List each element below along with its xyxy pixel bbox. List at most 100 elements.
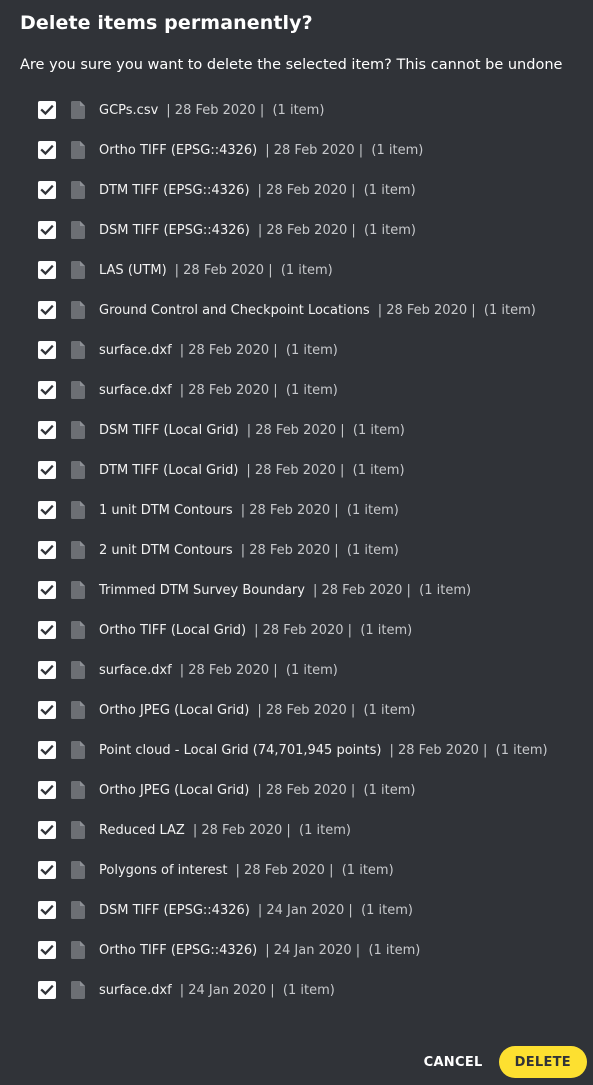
- check-icon: [40, 144, 54, 156]
- check-icon: [40, 304, 54, 316]
- item-name: Ortho TIFF (EPSG::4326): [99, 942, 258, 958]
- item-checkbox[interactable]: [38, 181, 56, 199]
- list-item: GCPs.csv | 28 Feb 2020 | (1 item): [38, 90, 578, 130]
- item-checkbox[interactable]: [38, 501, 56, 519]
- item-checkbox[interactable]: [38, 701, 56, 719]
- item-meta: | 28 Feb 2020 | (1 item): [257, 222, 416, 238]
- item-checkbox[interactable]: [38, 661, 56, 679]
- item-checkbox[interactable]: [38, 781, 56, 799]
- file-icon: [71, 981, 85, 999]
- item-meta: | 28 Feb 2020 | (1 item): [257, 702, 416, 718]
- file-icon: [71, 901, 85, 919]
- check-icon: [40, 824, 54, 836]
- item-name: DSM TIFF (EPSG::4326): [99, 222, 250, 238]
- list-item: DSM TIFF (EPSG::4326) | 28 Feb 2020 | (1 …: [38, 210, 578, 250]
- item-name: 2 unit DTM Contours: [99, 542, 233, 558]
- item-name: Ortho JPEG (Local Grid): [99, 782, 250, 798]
- item-checkbox[interactable]: [38, 461, 56, 479]
- item-meta: | 28 Feb 2020 | (1 item): [240, 502, 399, 518]
- check-icon: [40, 584, 54, 596]
- file-icon: [71, 261, 85, 279]
- file-icon: [71, 741, 85, 759]
- file-icon: [71, 141, 85, 159]
- file-icon: [71, 101, 85, 119]
- item-meta: | 28 Feb 2020 | (1 item): [389, 742, 548, 758]
- list-item: Point cloud - Local Grid (74,701,945 poi…: [38, 730, 578, 770]
- item-meta: | 28 Feb 2020 | (1 item): [312, 582, 472, 598]
- file-icon: [71, 701, 85, 719]
- item-name: Ground Control and Checkpoint Locations: [99, 302, 370, 318]
- delete-button[interactable]: DELETE: [498, 1046, 587, 1078]
- check-icon: [40, 664, 54, 676]
- item-meta: | 28 Feb 2020 | (1 item): [265, 142, 424, 158]
- file-icon: [71, 301, 85, 319]
- list-item: DTM TIFF (EPSG::4326) | 28 Feb 2020 | (1 …: [38, 170, 578, 210]
- item-checkbox[interactable]: [38, 421, 56, 439]
- item-checkbox[interactable]: [38, 741, 56, 759]
- check-icon: [40, 264, 54, 276]
- check-icon: [40, 384, 54, 396]
- item-checkbox[interactable]: [38, 301, 56, 319]
- item-meta: | 28 Feb 2020 | (1 item): [254, 622, 413, 638]
- item-checkbox[interactable]: [38, 541, 56, 559]
- list-item: 2 unit DTM Contours | 28 Feb 2020 | (1 it…: [38, 530, 578, 570]
- list-item: Ortho TIFF (EPSG::4326) | 28 Feb 2020 | (…: [38, 130, 578, 170]
- item-name: Ortho TIFF (Local Grid): [99, 622, 247, 638]
- list-item: surface.dxf | 28 Feb 2020 | (1 item): [38, 650, 578, 690]
- item-checkbox[interactable]: [38, 221, 56, 239]
- item-meta: | 28 Feb 2020 | (1 item): [257, 182, 416, 198]
- item-meta: | 28 Feb 2020 | (1 item): [235, 862, 394, 878]
- check-icon: [40, 784, 54, 796]
- file-icon: [71, 661, 85, 679]
- list-item: Ortho TIFF (Local Grid) | 28 Feb 2020 | (…: [38, 610, 578, 650]
- item-meta: | 28 Feb 2020 | (1 item): [246, 462, 405, 478]
- file-icon: [71, 461, 85, 479]
- item-name: surface.dxf: [99, 382, 172, 398]
- file-icon: [71, 181, 85, 199]
- cancel-button[interactable]: CANCEL: [414, 1047, 493, 1078]
- check-icon: [40, 624, 54, 636]
- list-item: LAS (UTM) | 28 Feb 2020 | (1 item): [38, 250, 578, 290]
- item-name: surface.dxf: [99, 342, 172, 358]
- item-checkbox[interactable]: [38, 101, 56, 119]
- item-name: Reduced LAZ: [99, 822, 185, 838]
- file-icon: [71, 341, 85, 359]
- item-name: DTM TIFF (EPSG::4326): [99, 182, 250, 198]
- check-icon: [40, 104, 54, 116]
- file-icon: [71, 501, 85, 519]
- list-item: surface.dxf | 24 Jan 2020 | (1 item): [38, 970, 578, 1010]
- check-icon: [40, 224, 54, 236]
- item-meta: | 28 Feb 2020 | (1 item): [179, 342, 338, 358]
- check-icon: [40, 184, 54, 196]
- list-item: DSM TIFF (Local Grid) | 28 Feb 2020 | (1 …: [38, 410, 578, 450]
- item-checkbox[interactable]: [38, 901, 56, 919]
- check-icon: [40, 424, 54, 436]
- check-icon: [40, 864, 54, 876]
- item-meta: | 28 Feb 2020 | (1 item): [179, 662, 338, 678]
- item-name: Polygons of interest: [99, 862, 228, 878]
- item-checkbox[interactable]: [38, 821, 56, 839]
- list-item: surface.dxf | 28 Feb 2020 | (1 item): [38, 330, 578, 370]
- item-meta: | 24 Jan 2020 | (1 item): [179, 982, 335, 998]
- item-checkbox[interactable]: [38, 341, 56, 359]
- item-checkbox[interactable]: [38, 141, 56, 159]
- list-item: DTM TIFF (Local Grid) | 28 Feb 2020 | (1 …: [38, 450, 578, 490]
- list-item: Ortho TIFF (EPSG::4326) | 24 Jan 2020 | (…: [38, 930, 578, 970]
- delete-dialog: Delete items permanently? Are you sure y…: [0, 0, 593, 1085]
- item-checkbox[interactable]: [38, 581, 56, 599]
- item-name: Trimmed DTM Survey Boundary: [99, 582, 305, 598]
- list-item: surface.dxf | 28 Feb 2020 | (1 item): [38, 370, 578, 410]
- item-meta: | 28 Feb 2020 | (1 item): [246, 422, 405, 438]
- file-icon: [71, 541, 85, 559]
- dialog-actions: CANCEL DELETE: [414, 1046, 587, 1078]
- list-item: Ortho JPEG (Local Grid) | 28 Feb 2020 | (…: [38, 770, 578, 810]
- item-checkbox[interactable]: [38, 861, 56, 879]
- item-checkbox[interactable]: [38, 261, 56, 279]
- item-checkbox[interactable]: [38, 941, 56, 959]
- item-checkbox[interactable]: [38, 981, 56, 999]
- item-checkbox[interactable]: [38, 381, 56, 399]
- item-meta: | 24 Jan 2020 | (1 item): [265, 942, 421, 958]
- item-checkbox[interactable]: [38, 621, 56, 639]
- item-meta: | 28 Feb 2020 | (1 item): [257, 782, 416, 798]
- item-meta: | 28 Feb 2020 | (1 item): [240, 542, 399, 558]
